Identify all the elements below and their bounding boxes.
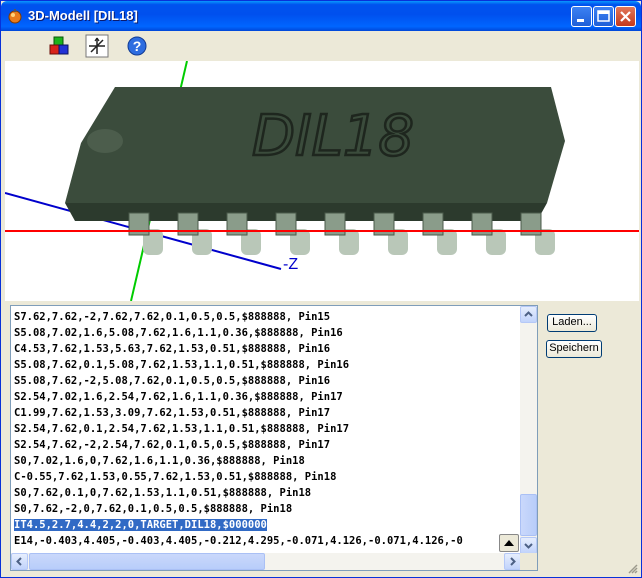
close-button[interactable] — [615, 6, 636, 27]
code-line-text: C1.99,7.62,1.53,3.09,7.62,1.53,0.51,$888… — [14, 407, 331, 419]
code-line-text: S2.54,7.62,0.1,2.54,7.62,1.53,1.1,0.51,$… — [14, 423, 350, 435]
maximize-icon — [597, 10, 610, 22]
minimize-button[interactable] — [571, 6, 592, 27]
code-line-text: S5.08,7.62,0.1,5.08,7.62,1.53,1.1,0.51,$… — [14, 359, 350, 371]
code-line[interactable]: C1.99,7.62,1.53,3.09,7.62,1.53,0.51,$888… — [14, 405, 522, 421]
editor-lines: S7.62,7.62,-2,7.62,7.62,0.1,0.5,0.5,$888… — [14, 309, 522, 549]
code-line-text: S7.62,7.62,-2,7.62,7.62,0.1,0.5,0.5,$888… — [14, 311, 331, 323]
z-axis-label: -Z — [283, 256, 298, 273]
arrow-up-icon — [524, 311, 533, 317]
toolbar: ? — [5, 31, 639, 61]
scroll-left-button[interactable] — [11, 553, 28, 570]
code-line-text: S5.08,7.62,-2,5.08,7.62,0.1,0.5,0.5,$888… — [14, 375, 331, 387]
code-line-text: S0,7.62,-2,0,7.62,0.1,0.5,0.5,$888888, P… — [14, 503, 293, 515]
code-line-text: IT4.5,2.7,4.4,2,2,0,TARGET,DIL18,$000000 — [14, 519, 267, 531]
axes-button[interactable] — [85, 34, 109, 58]
horizontal-scroll-thumb[interactable] — [29, 553, 265, 570]
code-line-text: S2.54,7.62,-2,2.54,7.62,0.1,0.5,0.5,$888… — [14, 439, 331, 451]
code-line-text: C4.53,7.62,1.53,5.63,7.62,1.53,0.51,$888… — [14, 343, 331, 355]
maximize-button[interactable] — [593, 6, 614, 27]
code-line[interactable]: S2.54,7.62,0.1,2.54,7.62,1.53,1.1,0.51,$… — [14, 421, 522, 437]
model-text-editor[interactable]: S7.62,7.62,-2,7.62,7.62,0.1,0.5,0.5,$888… — [10, 305, 538, 571]
vertical-scroll-thumb[interactable] — [520, 494, 537, 536]
code-line[interactable]: S0,7.62,-2,0,7.62,0.1,0.5,0.5,$888888, P… — [14, 501, 522, 517]
code-line[interactable]: S5.08,7.02,1.6,5.08,7.62,1.6,1.1,0.36,$8… — [14, 325, 522, 341]
title-bar[interactable]: 3D-Modell [DIL18] — [1, 1, 641, 31]
autocomplete-up-button[interactable] — [499, 534, 519, 552]
triangle-up-icon — [504, 540, 514, 546]
axes-icon — [85, 34, 109, 58]
help-button[interactable]: ? — [125, 34, 149, 58]
scroll-right-button[interactable] — [504, 553, 521, 570]
code-line[interactable]: S5.08,7.62,0.1,5.08,7.62,1.53,1.1,0.51,$… — [14, 357, 522, 373]
minimize-icon — [577, 19, 584, 22]
code-line-text: S0,7.02,1.6,0,7.62,1.6,1.1,0.36,$888888,… — [14, 455, 305, 467]
resize-grip-icon[interactable] — [626, 562, 638, 574]
chip-label: DIL18 — [252, 104, 414, 169]
code-line-text: S5.08,7.02,1.6,5.08,7.62,1.6,1.1,0.36,$8… — [14, 327, 343, 339]
save-button[interactable]: Speichern — [546, 340, 602, 358]
3d-model-canvas: DIL18 -Z — [5, 61, 639, 301]
vertical-scrollbar[interactable] — [520, 306, 537, 554]
arrow-down-icon — [524, 543, 533, 549]
code-line[interactable]: E14,-0.403,4.405,-0.403,4.405,-0.212,4.2… — [14, 533, 522, 549]
color-cubes-button[interactable] — [47, 34, 71, 58]
arrow-left-icon — [16, 557, 22, 566]
load-button[interactable]: Laden... — [547, 314, 597, 332]
code-line[interactable]: IT4.5,2.7,4.4,2,2,0,TARGET,DIL18,$000000 — [14, 517, 522, 533]
svg-text:?: ? — [133, 38, 142, 54]
code-line-text: S0,7.62,0.1,0,7.62,1.53,1.1,0.51,$888888… — [14, 487, 312, 499]
code-line[interactable]: S2.54,7.62,-2,2.54,7.62,0.1,0.5,0.5,$888… — [14, 437, 522, 453]
code-line[interactable]: C4.53,7.62,1.53,5.63,7.62,1.53,0.51,$888… — [14, 341, 522, 357]
color-cubes-icon — [49, 36, 69, 55]
scroll-down-button[interactable] — [520, 537, 537, 554]
code-line[interactable]: S2.54,7.02,1.6,2.54,7.62,1.6,1.1,0.36,$8… — [14, 389, 522, 405]
code-line-text: S2.54,7.02,1.6,2.54,7.62,1.6,1.1,0.36,$8… — [14, 391, 343, 403]
code-line[interactable]: S0,7.02,1.6,0,7.62,1.6,1.1,0.36,$888888,… — [14, 453, 522, 469]
app-icon — [8, 9, 22, 24]
code-line[interactable]: S7.62,7.62,-2,7.62,7.62,0.1,0.5,0.5,$888… — [14, 309, 522, 325]
code-line[interactable]: C-0.55,7.62,1.53,0.55,7.62,1.53,0.51,$88… — [14, 469, 522, 485]
horizontal-scrollbar[interactable] — [11, 553, 521, 570]
code-line[interactable]: S5.08,7.62,-2,5.08,7.62,0.1,0.5,0.5,$888… — [14, 373, 522, 389]
code-line[interactable]: S0,7.62,0.1,0,7.62,1.53,1.1,0.51,$888888… — [14, 485, 522, 501]
help-icon: ? — [127, 36, 147, 56]
arrow-right-icon — [510, 557, 516, 566]
window-title: 3D-Modell [DIL18] — [28, 8, 138, 23]
code-line-text: E14,-0.403,4.405,-0.403,4.405,-0.212,4.2… — [14, 535, 463, 547]
3d-view[interactable]: DIL18 -Z — [5, 61, 639, 301]
chip-pins — [128, 212, 555, 255]
scrollbar-corner — [520, 553, 537, 570]
chip-notch — [87, 129, 123, 153]
app-window: 3D-Modell [DIL18] ? DIL18 -Z S7.62,7.62,… — [0, 0, 642, 578]
scroll-up-button[interactable] — [520, 306, 537, 323]
close-icon — [620, 11, 631, 22]
code-line-text: C-0.55,7.62,1.53,0.55,7.62,1.53,0.51,$88… — [14, 471, 337, 483]
